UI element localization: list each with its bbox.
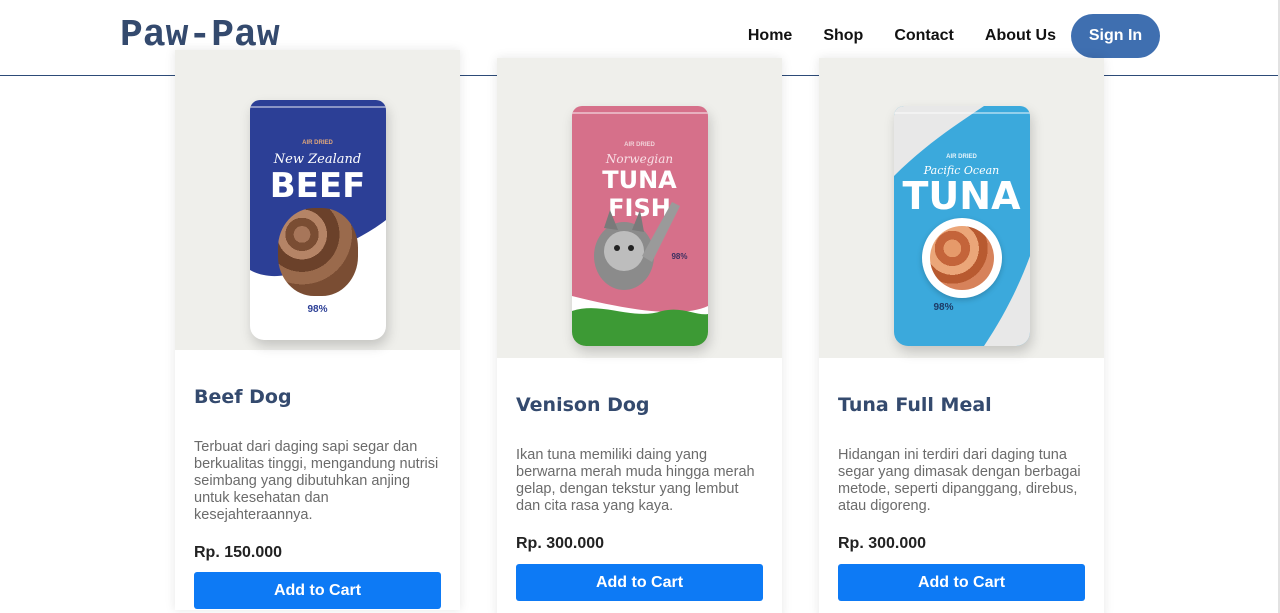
- tuna-fish-pouch-image: AIR DRIED Norwegian TUNA FISH 98%: [571, 105, 708, 346]
- pouch-small-text: AIR DRIED: [302, 140, 333, 146]
- product-price: Rp. 150.000: [194, 544, 283, 561]
- beef-pouch-image: AIR DRIED New Zealand BEEF 98%: [249, 100, 386, 340]
- add-to-cart-button[interactable]: Add to Cart: [838, 564, 1085, 601]
- tuna-chunks: [929, 225, 994, 290]
- pouch-percent-text: 98%: [671, 251, 688, 261]
- product-card-beef-dog: AIR DRIED New Zealand BEEF 98% Beef Dog …: [175, 50, 460, 610]
- add-to-cart-button[interactable]: Add to Cart: [516, 564, 763, 601]
- product-description: Terbuat dari daging sapi segar dan berku…: [194, 439, 439, 523]
- kitten-illustration: [571, 201, 708, 346]
- nav-about-link[interactable]: About Us: [985, 27, 1056, 45]
- add-to-cart-button[interactable]: Add to Cart: [194, 572, 441, 609]
- product-title[interactable]: Venison Dog: [516, 394, 650, 416]
- pouch-script-text: New Zealand: [273, 152, 362, 167]
- product-price: Rp. 300.000: [838, 535, 927, 552]
- product-card-tuna-full-meal: AIR DRIED Pacific Ocean TUNA 98% Tuna Fu…: [819, 58, 1104, 613]
- nav-home-link[interactable]: Home: [748, 27, 792, 45]
- nav-shop-link[interactable]: Shop: [823, 27, 863, 45]
- product-title[interactable]: Tuna Full Meal: [838, 394, 992, 416]
- nav-contact-link[interactable]: Contact: [894, 27, 954, 45]
- pouch-small-text: AIR DRIED: [946, 153, 977, 160]
- pouch-percent-text: 98%: [933, 301, 954, 313]
- tuna-pouch-image: AIR DRIED Pacific Ocean TUNA 98%: [893, 105, 1030, 346]
- pouch-big-text: TUNA: [902, 173, 1021, 218]
- kibble-window: [277, 208, 358, 296]
- main-nav: Home Shop Contact About Us Sign In: [748, 14, 1160, 58]
- pouch-big-text: BEEF: [269, 166, 366, 206]
- product-image: AIR DRIED New Zealand BEEF 98%: [175, 50, 460, 350]
- sign-in-button[interactable]: Sign In: [1071, 14, 1160, 58]
- product-image: AIR DRIED Pacific Ocean TUNA 98%: [819, 58, 1104, 358]
- product-price: Rp. 300.000: [516, 535, 605, 552]
- product-title[interactable]: Beef Dog: [194, 386, 292, 408]
- product-image: AIR DRIED Norwegian TUNA FISH 98%: [497, 58, 782, 358]
- product-description: Ikan tuna memiliki daing yang berwarna m…: [516, 447, 755, 514]
- product-description: Hidangan ini terdiri dari daging tuna se…: [838, 447, 1081, 514]
- pouch-percent-text: 98%: [307, 304, 328, 315]
- product-card-venison-dog: AIR DRIED Norwegian TUNA FISH 98% Veniso…: [497, 58, 782, 613]
